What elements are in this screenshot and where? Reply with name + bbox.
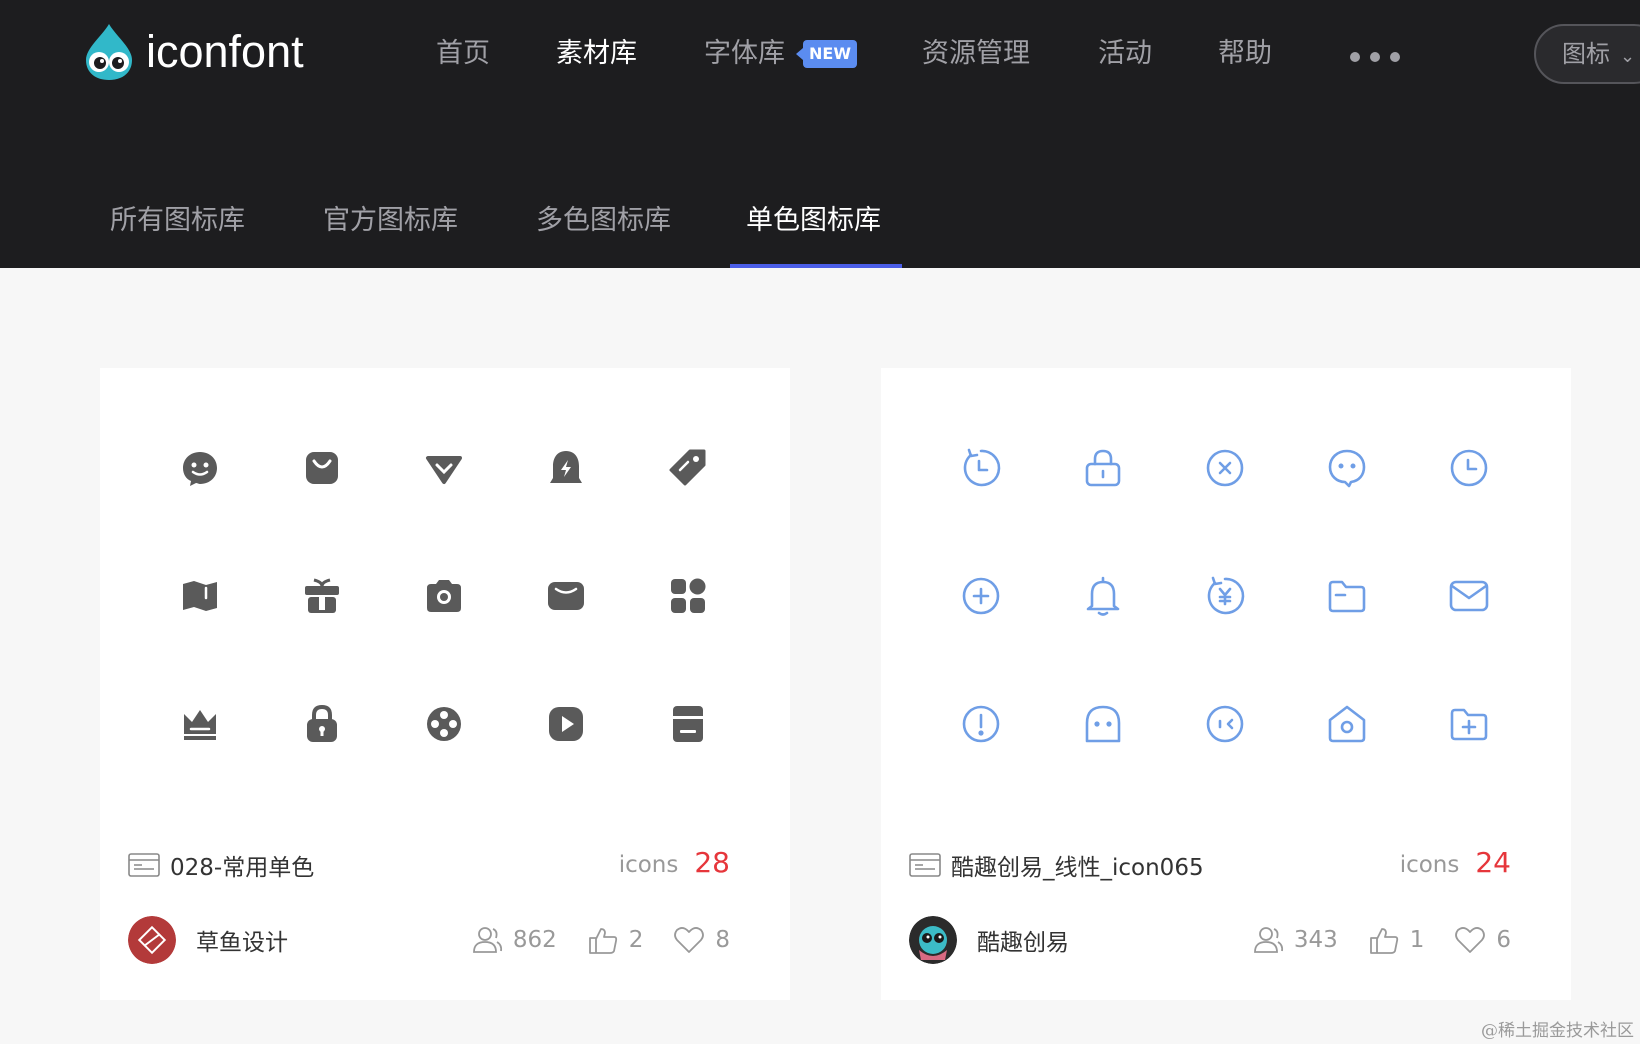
users-icon xyxy=(1253,927,1283,953)
author-name[interactable]: 酷趣创易 xyxy=(977,923,1069,957)
smiley-chat-icon xyxy=(170,438,230,498)
heart-icon xyxy=(1455,927,1486,953)
likes-count: 1 xyxy=(1409,927,1425,953)
icons-label: icons xyxy=(1399,852,1460,878)
icons-count-number: 24 xyxy=(1475,846,1511,879)
padlock-icon xyxy=(1073,438,1133,498)
author-info[interactable]: 酷趣创易 xyxy=(909,916,1069,964)
avatar[interactable] xyxy=(909,916,957,964)
new-badge: NEW xyxy=(796,40,857,68)
library-stats: 343 1 6 xyxy=(1222,924,1511,956)
history-clock-icon xyxy=(951,438,1011,498)
author-name[interactable]: 草鱼设计 xyxy=(196,923,288,957)
nav-item-materials[interactable]: 素材库 xyxy=(556,34,637,74)
ghost-face-icon xyxy=(1073,694,1133,754)
lock-icon xyxy=(292,694,352,754)
library-box-icon xyxy=(909,853,941,877)
more-menu-icon[interactable] xyxy=(1350,52,1400,62)
heart-icon xyxy=(674,927,705,953)
camera-icon xyxy=(414,566,474,626)
icons-count-number: 28 xyxy=(694,846,730,879)
library-name: 酷趣创易_线性_icon065 xyxy=(951,855,1204,881)
nav-item-fonts[interactable]: 字体库 xyxy=(704,34,785,74)
thumbs-up-icon xyxy=(1369,928,1398,954)
add-circle-icon xyxy=(951,566,1011,626)
icon-library-card[interactable]: 酷趣创易_线性_icon065 icons 24 酷趣创易 343 1 6 xyxy=(881,368,1571,1000)
nav-item-events[interactable]: 活动 xyxy=(1098,34,1152,74)
search-type-label: 图标 xyxy=(1562,40,1610,68)
close-circle-icon xyxy=(1195,438,1255,498)
chevron-down-icon: ⌄ xyxy=(1620,46,1636,67)
top-header: iconfont 首页 素材库 字体库 NEW 资源管理 活动 帮助 图标 ⌄ 所… xyxy=(0,0,1640,268)
map-icon xyxy=(170,566,230,626)
users-stat: 862 xyxy=(471,924,557,956)
back-face-icon xyxy=(1195,694,1255,754)
flash-bell-icon xyxy=(536,438,596,498)
search-type-select[interactable]: 图标 ⌄ xyxy=(1534,24,1640,84)
library-box-icon xyxy=(128,853,160,877)
wallet-icon xyxy=(536,566,596,626)
users-icon xyxy=(472,927,502,953)
iconfont-logo[interactable]: iconfont xyxy=(80,22,304,82)
apps-icon xyxy=(658,566,718,626)
icons-count: icons 28 xyxy=(619,846,730,879)
mail-icon xyxy=(1439,566,1499,626)
favorites-stat[interactable]: 6 xyxy=(1454,924,1511,956)
folder-icon xyxy=(1317,566,1377,626)
library-name: 028-常用单色 xyxy=(170,855,315,881)
favorites-count: 6 xyxy=(1496,927,1511,953)
logo-text: iconfont xyxy=(146,26,304,77)
likes-count: 2 xyxy=(628,927,644,953)
gift-icon xyxy=(292,566,352,626)
active-tab-indicator xyxy=(730,264,902,268)
watermark: @稀土掘金技术社区 xyxy=(1481,1021,1634,1041)
alert-circle-icon xyxy=(951,694,1011,754)
library-title[interactable]: 酷趣创易_线性_icon065 xyxy=(909,848,1204,882)
bell-icon xyxy=(1073,566,1133,626)
library-title[interactable]: 028-常用单色 xyxy=(128,848,314,882)
home-camera-icon xyxy=(1317,694,1377,754)
nav-item-resources[interactable]: 资源管理 xyxy=(922,34,1030,74)
chat-bubble-icon xyxy=(1317,438,1377,498)
tab-multicolor-libraries[interactable]: 多色图标库 xyxy=(536,198,671,237)
likes-stat[interactable]: 2 xyxy=(587,924,644,956)
tag-icon xyxy=(658,438,718,498)
users-count: 862 xyxy=(512,927,557,953)
nav-item-home[interactable]: 首页 xyxy=(436,34,490,74)
tab-official-libraries[interactable]: 官方图标库 xyxy=(323,198,458,237)
favorites-count: 8 xyxy=(715,927,730,953)
icons-label: icons xyxy=(618,852,679,878)
film-reel-icon xyxy=(414,694,474,754)
logo-drop-icon xyxy=(86,24,132,80)
refund-icon xyxy=(1195,566,1255,626)
crown-icon xyxy=(170,694,230,754)
play-icon xyxy=(536,694,596,754)
thumbs-up-icon xyxy=(588,928,617,954)
diamond-icon xyxy=(414,438,474,498)
favorites-stat[interactable]: 8 xyxy=(673,924,730,956)
tab-all-libraries[interactable]: 所有图标库 xyxy=(110,198,245,237)
archive-icon xyxy=(658,694,718,754)
author-info[interactable]: 草鱼设计 xyxy=(128,916,288,964)
users-stat: 343 xyxy=(1252,924,1338,956)
users-count: 343 xyxy=(1293,927,1338,953)
icons-count: icons 24 xyxy=(1400,846,1511,879)
shopping-bag-icon xyxy=(292,438,352,498)
avatar[interactable] xyxy=(128,916,176,964)
tab-monochrome-libraries[interactable]: 单色图标库 xyxy=(746,198,881,237)
clock-icon xyxy=(1439,438,1499,498)
icon-library-card[interactable]: 028-常用单色 icons 28 草鱼设计 862 2 8 xyxy=(100,368,790,1000)
likes-stat[interactable]: 1 xyxy=(1368,924,1425,956)
nav-item-help[interactable]: 帮助 xyxy=(1218,34,1272,74)
library-stats: 862 2 8 xyxy=(441,924,730,956)
folder-add-icon xyxy=(1439,694,1499,754)
